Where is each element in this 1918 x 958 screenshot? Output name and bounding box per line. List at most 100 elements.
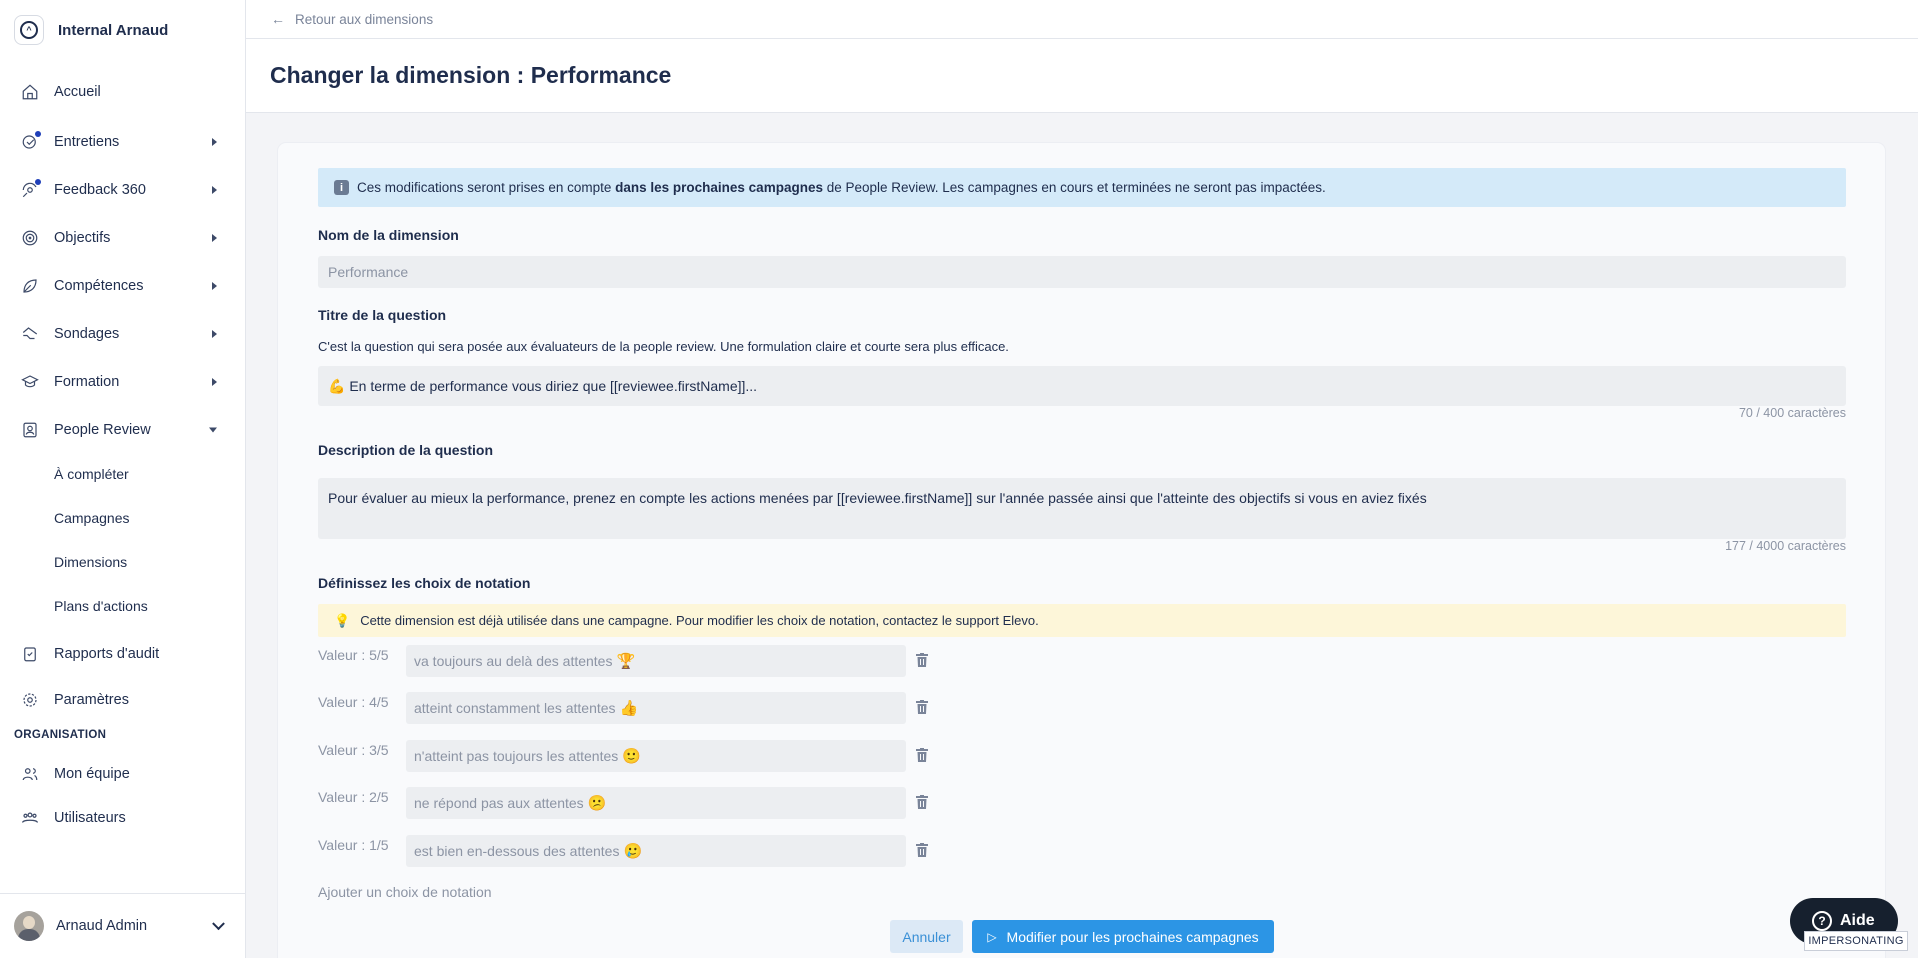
trash-icon[interactable]: [916, 843, 928, 857]
submit-label: Modifier pour les prochaines campagnes: [1006, 928, 1259, 945]
users-icon: [20, 808, 40, 828]
trash-icon[interactable]: [916, 700, 928, 714]
add-rating-choice-link[interactable]: Ajouter un choix de notation: [318, 884, 492, 900]
help-label: Aide: [1840, 912, 1875, 929]
question-title-label: Titre de la question: [318, 307, 447, 323]
sidebar-subitem-action-plans[interactable]: Plans d'actions: [54, 598, 148, 614]
rating-row: Valeur : 1/5 est bien en-dessous des att…: [318, 835, 938, 867]
chevron-right-icon: [212, 138, 217, 146]
rating-choice-emoji: 😕: [587, 794, 607, 812]
user-menu[interactable]: Arnaud Admin: [0, 893, 245, 958]
info-text-suffix: de People Review. Les campagnes en cours…: [822, 180, 1326, 195]
nav-item-feedback360[interactable]: Feedback 360: [0, 172, 245, 208]
question-description-counter: 177 / 4000 caractères: [1725, 539, 1846, 553]
org-name: Internal Arnaud: [58, 21, 169, 39]
nav-label: Compétences: [54, 278, 144, 294]
rating-choice-input[interactable]: ne répond pas aux attentes 😕: [406, 787, 906, 819]
nav-label: People Review: [54, 422, 151, 438]
rating-choice-input[interactable]: va toujours au delà des attentes 🏆: [406, 645, 906, 677]
rating-choice-emoji: 👍: [619, 699, 639, 717]
rating-choice-text: va toujours au delà des attentes: [414, 653, 613, 669]
dimension-name-field[interactable]: Performance: [318, 256, 1846, 288]
nav-item-surveys[interactable]: Sondages: [0, 316, 245, 352]
back-to-dimensions-link[interactable]: Retour aux dimensions: [295, 12, 433, 27]
trash-icon[interactable]: [916, 748, 928, 762]
nav-label: Accueil: [54, 84, 101, 100]
chevron-right-icon: [212, 378, 217, 386]
rating-value-label: Valeur : 4/5: [318, 694, 389, 710]
trash-icon[interactable]: [916, 653, 928, 667]
graduation-cap-icon: [20, 372, 40, 392]
rating-value-label: Valeur : 3/5: [318, 742, 389, 758]
rating-row: Valeur : 3/5 n'atteint pas toujours les …: [318, 740, 938, 772]
avatar: [14, 911, 44, 941]
rating-choice-input[interactable]: n'atteint pas toujours les attentes 🙂: [406, 740, 906, 772]
nav-label: Mon équipe: [54, 766, 130, 782]
nav-item-training[interactable]: Formation: [0, 364, 245, 400]
rating-choice-emoji: 🏆: [616, 652, 636, 670]
nav-item-settings[interactable]: Paramètres: [0, 682, 245, 718]
nav-item-people-review[interactable]: People Review: [0, 412, 245, 448]
rating-choice-input[interactable]: est bien en-dessous des attentes 🥲: [406, 835, 906, 867]
team-icon: [20, 764, 40, 784]
dimension-name-label: Nom de la dimension: [318, 227, 459, 243]
nav-item-team[interactable]: Mon équipe: [0, 756, 245, 792]
info-banner: i Ces modifications seront prises en com…: [318, 168, 1846, 207]
warning-text: Cette dimension est déjà utilisée dans u…: [360, 613, 1039, 628]
info-icon: i: [334, 180, 349, 195]
nav-item-objectives[interactable]: Objectifs: [0, 220, 245, 256]
question-title-value: En terme de performance vous diriez que …: [349, 378, 758, 394]
people-review-icon: [20, 420, 40, 440]
interview-icon: [20, 131, 41, 152]
question-title-emoji: 💪: [328, 378, 346, 394]
nav-item-home[interactable]: Accueil: [0, 74, 245, 110]
nav-item-interviews[interactable]: Entretiens: [0, 124, 245, 160]
rating-choice-text: ne répond pas aux attentes: [414, 795, 584, 811]
notification-dot: [35, 179, 41, 185]
feedback-icon: [20, 179, 41, 200]
chevron-right-icon: [212, 186, 217, 194]
nav-item-audit[interactable]: Rapports d'audit: [0, 636, 245, 672]
send-icon: ▷: [987, 929, 997, 944]
sidebar-subitem-to-complete[interactable]: À compléter: [54, 466, 129, 482]
gear-icon: [20, 690, 40, 710]
rating-row: Valeur : 5/5 va toujours au delà des att…: [318, 645, 938, 677]
sidebar-subitem-dimensions[interactable]: Dimensions: [54, 554, 127, 570]
ratings-label: Définissez les choix de notation: [318, 575, 531, 591]
arrow-left-icon[interactable]: ←: [271, 11, 285, 27]
nav-label: Utilisateurs: [54, 810, 126, 826]
rating-choice-text: n'atteint pas toujours les attentes: [414, 748, 619, 764]
nav-item-users[interactable]: Utilisateurs: [0, 800, 245, 836]
nav-label: Paramètres: [54, 692, 129, 708]
rating-choice-text: atteint constamment les attentes: [414, 700, 616, 716]
nav-label: Objectifs: [54, 230, 111, 246]
nav-label: Sondages: [54, 326, 120, 342]
question-description-field[interactable]: Pour évaluer au mieux la performance, pr…: [318, 478, 1846, 539]
sidebar-subitem-campaigns[interactable]: Campagnes: [54, 510, 130, 526]
breadcrumb: ← Retour aux dimensions: [246, 0, 1918, 39]
rating-value-label: Valeur : 5/5: [318, 647, 389, 663]
survey-icon: [20, 324, 40, 344]
home-icon: [20, 82, 40, 102]
cancel-button[interactable]: Annuler: [890, 920, 963, 953]
org-logo-icon: ^: [14, 15, 44, 45]
rating-choice-input[interactable]: atteint constamment les attentes 👍: [406, 692, 906, 724]
nav-item-skills[interactable]: Compétences: [0, 268, 245, 304]
question-mark-icon: ?: [1812, 911, 1832, 931]
question-title-counter: 70 / 400 caractères: [1738, 406, 1846, 420]
question-title-field[interactable]: 💪 En terme de performance vous diriez qu…: [318, 366, 1846, 406]
sidebar: ^ Internal Arnaud Accueil Entretiens Fee…: [0, 0, 246, 958]
nav-label: Rapports d'audit: [54, 646, 160, 662]
rating-choice-emoji: 🙂: [622, 747, 641, 765]
nav-label: Entretiens: [54, 134, 120, 150]
warning-banner: 💡 Cette dimension est déjà utilisée dans…: [318, 604, 1846, 637]
submit-button[interactable]: ▷ Modifier pour les prochaines campagnes: [972, 920, 1274, 953]
chevron-down-icon: [212, 917, 225, 931]
org-switcher[interactable]: ^ Internal Arnaud: [0, 0, 245, 60]
info-text-bold: dans les prochaines campagnes: [615, 180, 823, 195]
trash-icon[interactable]: [916, 795, 928, 809]
question-title-help: C'est la question qui sera posée aux éva…: [318, 339, 1009, 354]
nav-label: Formation: [54, 374, 120, 390]
info-text-prefix: Ces modifications seront prises en compt…: [357, 180, 616, 195]
question-description-label: Description de la question: [318, 442, 494, 458]
